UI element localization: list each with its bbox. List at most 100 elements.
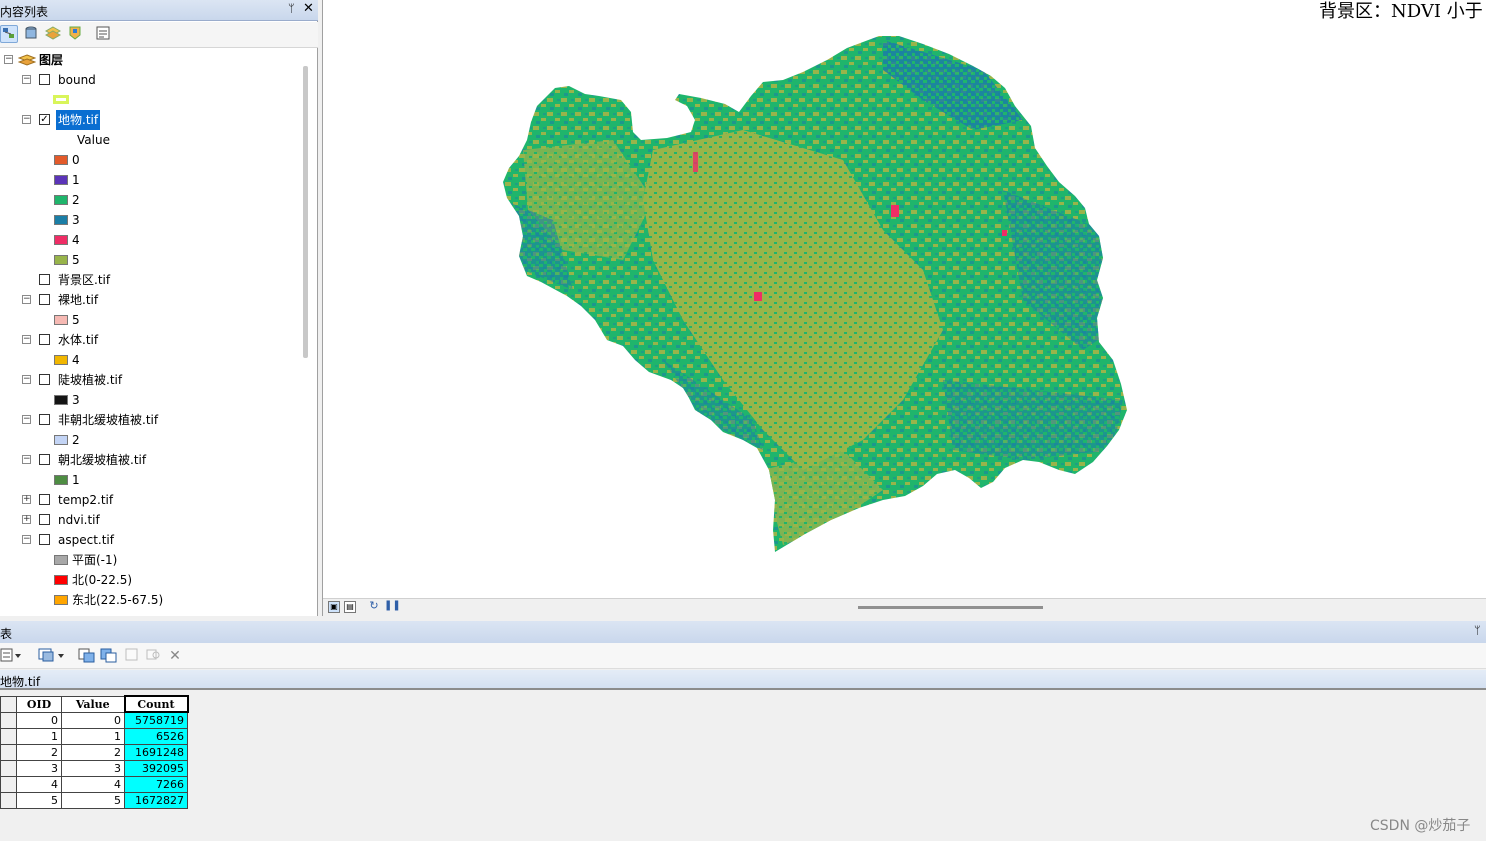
table-cell[interactable]: 2 [16,743,62,761]
layer-visibility-checkbox[interactable] [39,454,50,465]
options-icon[interactable] [94,25,112,43]
legend-label: 1 [72,173,80,187]
layers-root[interactable]: − 图层 [0,50,300,70]
pin-icon[interactable]: ᛘ [1474,624,1481,637]
select-by-attributes-icon[interactable] [78,647,96,665]
table-row[interactable]: 1 1 6526 [0,727,188,745]
row-selector[interactable] [0,727,17,745]
row-selector[interactable] [0,759,17,777]
switch-selection-icon[interactable] [100,647,118,665]
expand-icon[interactable]: + [22,495,31,504]
collapse-icon[interactable]: − [22,535,31,544]
layer-visibility-checkbox[interactable] [39,294,50,305]
table-row[interactable]: 3 3 392095 [0,759,188,777]
layer-visibility-checkbox[interactable]: ✓ [39,114,50,125]
table-options-icon[interactable] [0,647,21,665]
layer-visibility-checkbox[interactable] [39,274,50,285]
table-cell[interactable]: 2 [61,743,125,761]
layer-visibility-checkbox[interactable] [39,374,50,385]
close-icon[interactable]: ✕ [303,1,314,16]
table-cell[interactable]: 4 [61,775,125,793]
table-cell[interactable]: 5 [61,791,125,809]
layer-bound[interactable]: − bound [0,70,300,90]
pause-drawing-icon[interactable]: ❚❚ [384,601,401,613]
layer-north-gentle-vegetation[interactable]: − 朝北缓坡植被.tif [0,450,300,470]
expand-icon[interactable]: + [22,515,31,524]
toc-title-bar: 内容列表 ᛘ ✕ [0,0,318,21]
layer-visibility-checkbox[interactable] [39,494,50,505]
toc-scrollbar-thumb[interactable] [303,66,308,358]
table-cell[interactable]: 5 [16,791,62,809]
table-cell[interactable]: 3 [16,759,62,777]
table-cell[interactable]: 1672827 [124,791,188,809]
column-header[interactable]: Value [61,695,125,713]
toc-title: 内容列表 [0,5,49,19]
layer-visibility-checkbox[interactable] [39,414,50,425]
layer-non-north-gentle-vegetation[interactable]: − 非朝北缓坡植被.tif [0,410,300,430]
layer-water[interactable]: − 水体.tif [0,330,300,350]
data-view-icon[interactable]: ▣ [328,601,340,613]
row-selector[interactable] [0,711,17,729]
table-cell[interactable]: 1691248 [124,743,188,761]
layer-temp2[interactable]: + temp2.tif [0,490,300,510]
table-cell[interactable]: 3 [61,759,125,777]
column-header[interactable]: OID [16,695,62,713]
layer-bare-land[interactable]: − 裸地.tif [0,290,300,310]
table-header-row: OID Value Count [0,695,189,713]
row-selector[interactable] [0,743,17,761]
zoom-to-selected-icon[interactable] [144,647,162,665]
table-row[interactable]: 4 4 7266 [0,775,188,793]
related-tables-icon[interactable] [38,647,64,665]
collapse-icon[interactable]: − [22,75,31,84]
table-cell[interactable]: 0 [16,711,62,729]
list-by-selection-icon[interactable] [66,25,84,43]
table-cell[interactable]: 1 [61,727,125,745]
row-selector-header[interactable] [0,695,17,713]
table-cell[interactable]: 4 [16,775,62,793]
collapse-icon[interactable]: − [22,295,31,304]
layer-visibility-checkbox[interactable] [39,514,50,525]
map-horizontal-scrollbar[interactable] [858,606,1043,609]
layer-name: temp2.tif [58,493,114,507]
list-by-drawing-order-icon[interactable] [0,25,18,43]
table-row[interactable]: 0 0 5758719 [0,711,188,729]
layer-steep-vegetation[interactable]: − 陡坡植被.tif [0,370,300,390]
table-cell[interactable]: 1 [16,727,62,745]
collapse-icon[interactable]: − [4,55,13,64]
refresh-icon[interactable]: ↻ [368,600,380,613]
layer-ndvi[interactable]: + ndvi.tif [0,510,300,530]
table-row[interactable]: 2 2 1691248 [0,743,188,761]
row-selector[interactable] [0,791,17,809]
column-header[interactable]: Count [123,695,189,713]
layer-diwu[interactable]: − ✓ 地物.tif [0,110,300,130]
raster-map [503,36,1127,552]
table-cell[interactable]: 6526 [124,727,188,745]
collapse-icon[interactable]: − [22,415,31,424]
color-swatch [54,255,68,265]
table-cell[interactable]: 7266 [124,775,188,793]
table-row[interactable]: 5 5 1672827 [0,791,188,809]
layer-background[interactable]: 背景区.tif [0,270,300,290]
table-tab[interactable]: 地物.tif [0,670,1486,690]
delete-selected-icon[interactable]: ✕ [166,647,184,665]
collapse-icon[interactable]: − [22,375,31,384]
list-by-visibility-icon[interactable] [44,25,62,43]
collapse-icon[interactable]: − [22,335,31,344]
row-selector[interactable] [0,775,17,793]
layer-visibility-checkbox[interactable] [39,74,50,85]
table-of-contents-panel: 内容列表 ᛘ ✕ − 图层 − bound − ✓ 地物.tif Value 0… [0,0,318,616]
collapse-icon[interactable]: − [22,115,31,124]
pin-icon[interactable]: ᛘ [288,2,295,15]
map-view[interactable]: 背景区：NDVI 小于 ▣ ▤ ↻ ❚❚ [322,0,1486,616]
list-by-source-icon[interactable] [22,25,40,43]
layer-visibility-checkbox[interactable] [39,534,50,545]
layer-aspect[interactable]: − aspect.tif [0,530,300,550]
layout-view-icon[interactable]: ▤ [344,601,356,613]
collapse-icon[interactable]: − [22,455,31,464]
table-cell[interactable]: 0 [61,711,125,729]
table-cell[interactable]: 5758719 [124,711,188,729]
legend-label: 0 [72,153,80,167]
clear-selection-icon[interactable] [123,647,141,665]
table-cell[interactable]: 392095 [124,759,188,777]
layer-visibility-checkbox[interactable] [39,334,50,345]
